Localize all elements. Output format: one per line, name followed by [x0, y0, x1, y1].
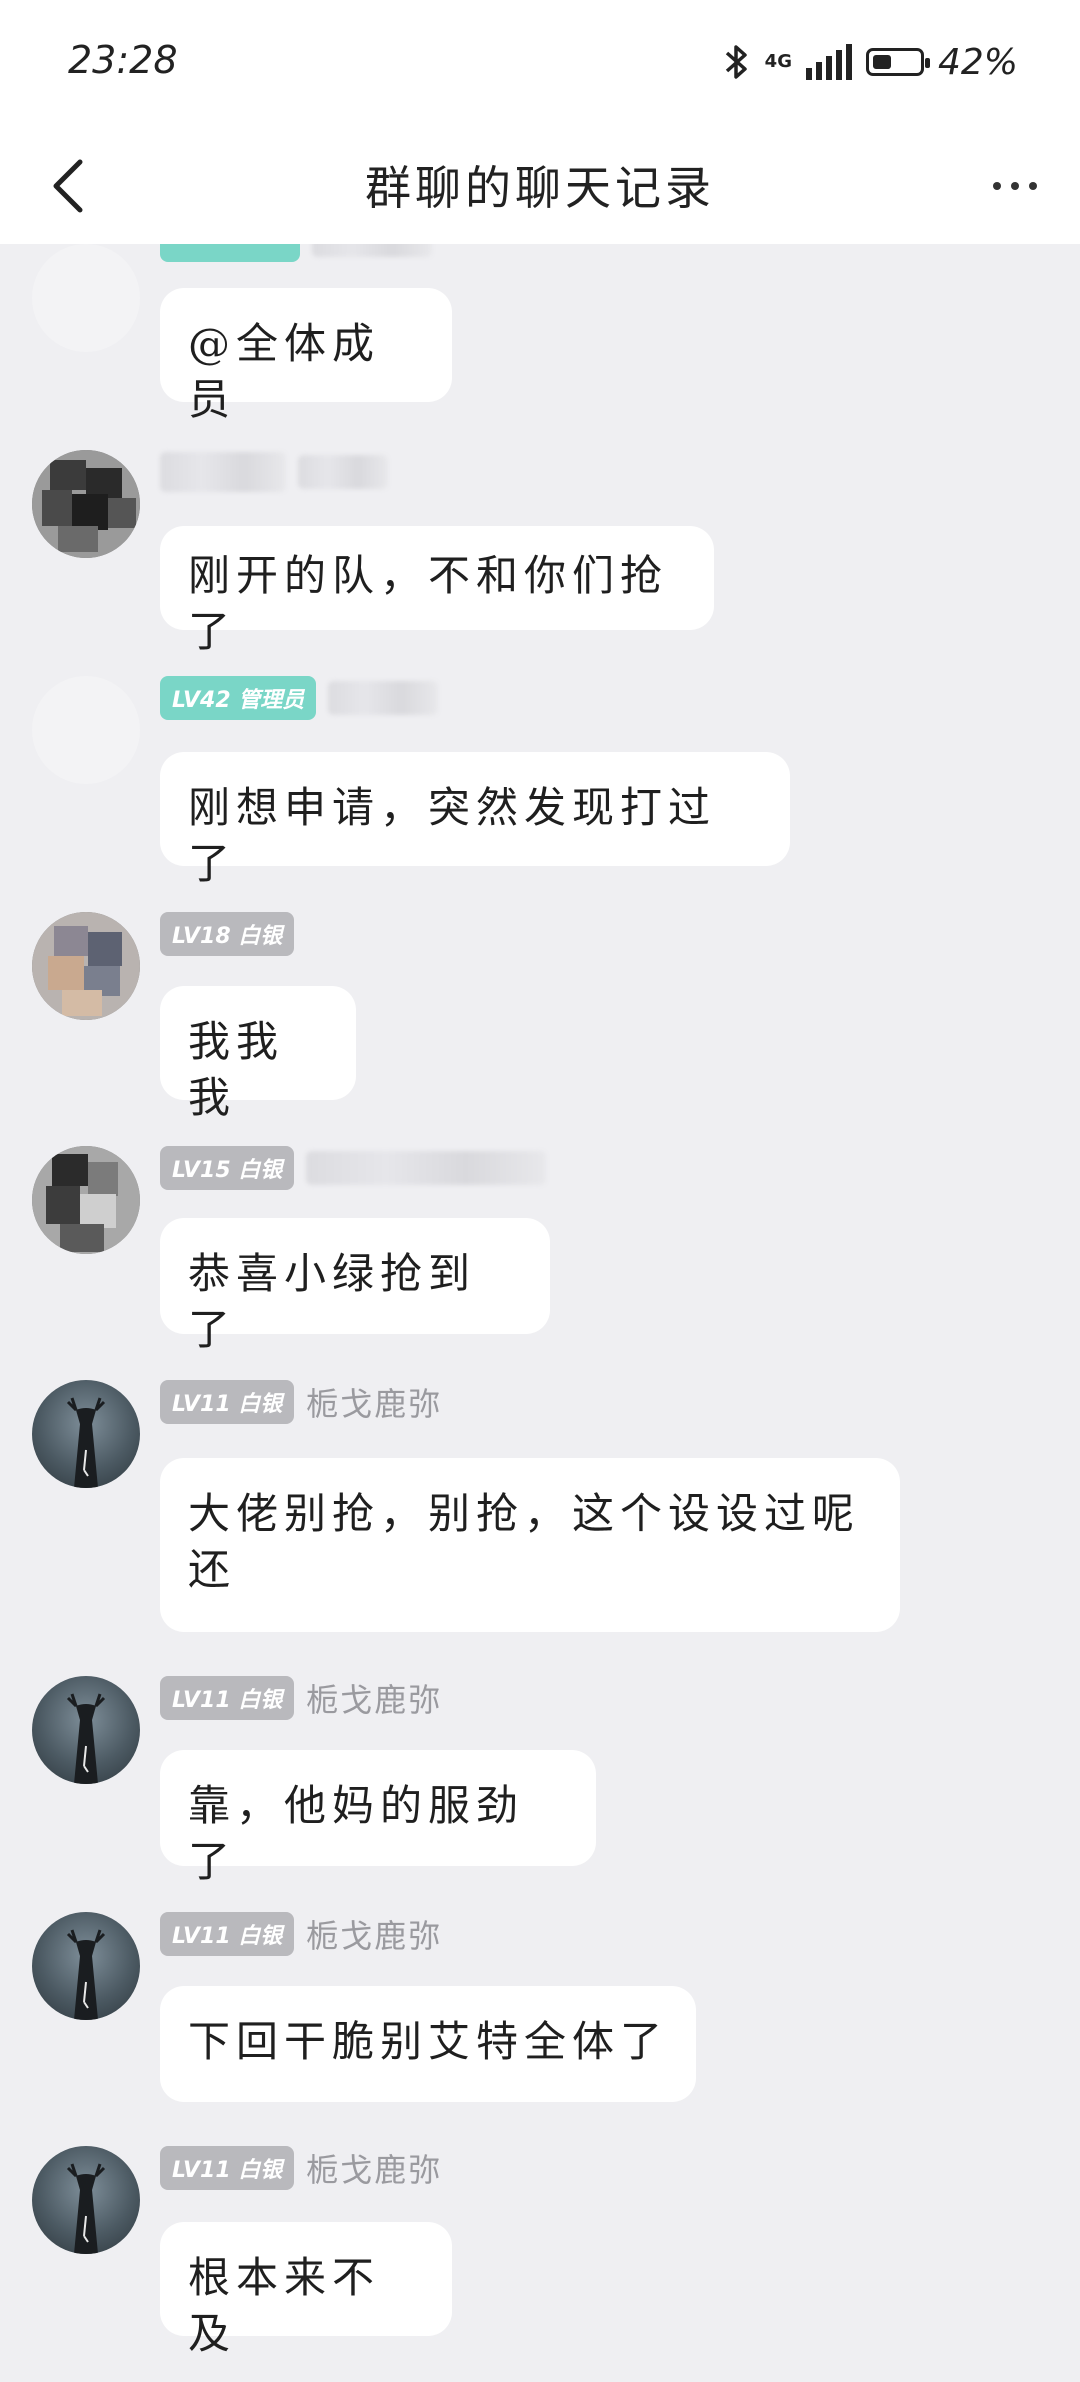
- network-type: 4G: [764, 51, 792, 72]
- deer-avatar-image: [66, 1693, 106, 1784]
- nav-bar: 群聊的聊天记录: [0, 122, 1080, 244]
- message-bubble[interactable]: 恭喜小绿抢到了: [160, 1218, 550, 1354]
- level-badge: LV11 白银: [160, 1676, 295, 1720]
- blurred-sender-name: [306, 1151, 547, 1185]
- level-badge: LV11 白银: [160, 1912, 295, 1956]
- sender-nickname[interactable]: 栀戈鹿弥: [306, 1379, 442, 1425]
- bluetooth-icon: [725, 45, 747, 79]
- sender-nickname[interactable]: 栀戈鹿弥: [306, 1911, 442, 1957]
- sender-meta: LV11 白银 栀戈鹿弥: [160, 1676, 442, 1720]
- chat-log[interactable]: @全体成员 刚开的队，不和你们抢了 LV42 管理员 刚想申请，突然发现打过了 …: [0, 244, 1080, 2382]
- level-badge: [160, 244, 300, 262]
- avatar[interactable]: [32, 244, 140, 352]
- avatar[interactable]: [32, 1912, 140, 2020]
- avatar[interactable]: [32, 912, 140, 1020]
- battery-icon: [865, 48, 930, 76]
- mosaic-avatar-image: [32, 1146, 140, 1254]
- sender-meta: LV11 白银 栀戈鹿弥: [160, 1380, 442, 1424]
- avatar[interactable]: [32, 1146, 140, 1254]
- sender-nickname[interactable]: 栀戈鹿弥: [306, 2145, 442, 2191]
- level-badge: LV18 白银: [160, 912, 295, 956]
- message-bubble[interactable]: 刚想申请，突然发现打过了: [160, 752, 790, 888]
- sender-nickname[interactable]: 栀戈鹿弥: [306, 1675, 442, 1721]
- avatar[interactable]: [32, 1676, 140, 1784]
- avatar[interactable]: [32, 450, 140, 558]
- deer-avatar-image: [66, 2163, 106, 2254]
- avatar[interactable]: [32, 1380, 140, 1488]
- sender-meta: LV11 白银 栀戈鹿弥: [160, 1912, 442, 1956]
- avatar[interactable]: [32, 2146, 140, 2254]
- blurred-sender-name: [328, 681, 439, 715]
- level-badge: LV11 白银: [160, 2146, 295, 2190]
- battery-percent: 42%: [937, 41, 1018, 83]
- sender-meta: [160, 244, 432, 262]
- message-bubble[interactable]: 根本来不及: [160, 2222, 452, 2358]
- sender-meta: [160, 450, 388, 494]
- blurred-sender-name: [298, 455, 388, 489]
- deer-avatar-image: [66, 1929, 106, 2020]
- sender-meta: LV18 白银: [160, 912, 295, 956]
- battery-fill: [872, 55, 891, 69]
- message-bubble[interactable]: 刚开的队，不和你们抢了: [160, 526, 714, 656]
- page-title: 群聊的聊天记录: [365, 161, 715, 215]
- message-bubble[interactable]: 大佬别抢，别抢，这个设设过呢还: [160, 1458, 900, 1632]
- mosaic-avatar-image: [32, 912, 140, 1020]
- message-bubble[interactable]: @全体成员: [160, 288, 452, 424]
- avatar[interactable]: [32, 676, 140, 784]
- signal-icon: [805, 44, 852, 80]
- level-badge: LV11 白银: [160, 1380, 295, 1424]
- message-bubble[interactable]: 靠，他妈的服劲了: [160, 1750, 596, 1886]
- sender-meta: LV11 白银 栀戈鹿弥: [160, 2146, 442, 2190]
- blurred-sender-name: [312, 244, 432, 257]
- level-badge: LV15 白银: [160, 1146, 295, 1190]
- message-bubble[interactable]: 下回干脆别艾特全体了: [160, 1986, 696, 2102]
- mosaic-avatar-image: [32, 450, 140, 558]
- sender-meta: LV42 管理员: [160, 676, 439, 720]
- status-bar: 23:28 4G 42%: [0, 0, 1080, 122]
- level-badge: LV42 管理员: [160, 676, 317, 720]
- blurred-sender-name: [160, 452, 286, 492]
- sender-meta: LV15 白银: [160, 1146, 547, 1190]
- status-time: 23:28: [68, 38, 178, 82]
- status-icons: 4G 42%: [721, 40, 1018, 84]
- more-options-icon[interactable]: [980, 156, 1050, 216]
- message-bubble[interactable]: 我我我: [160, 986, 356, 1122]
- deer-avatar-image: [66, 1397, 106, 1488]
